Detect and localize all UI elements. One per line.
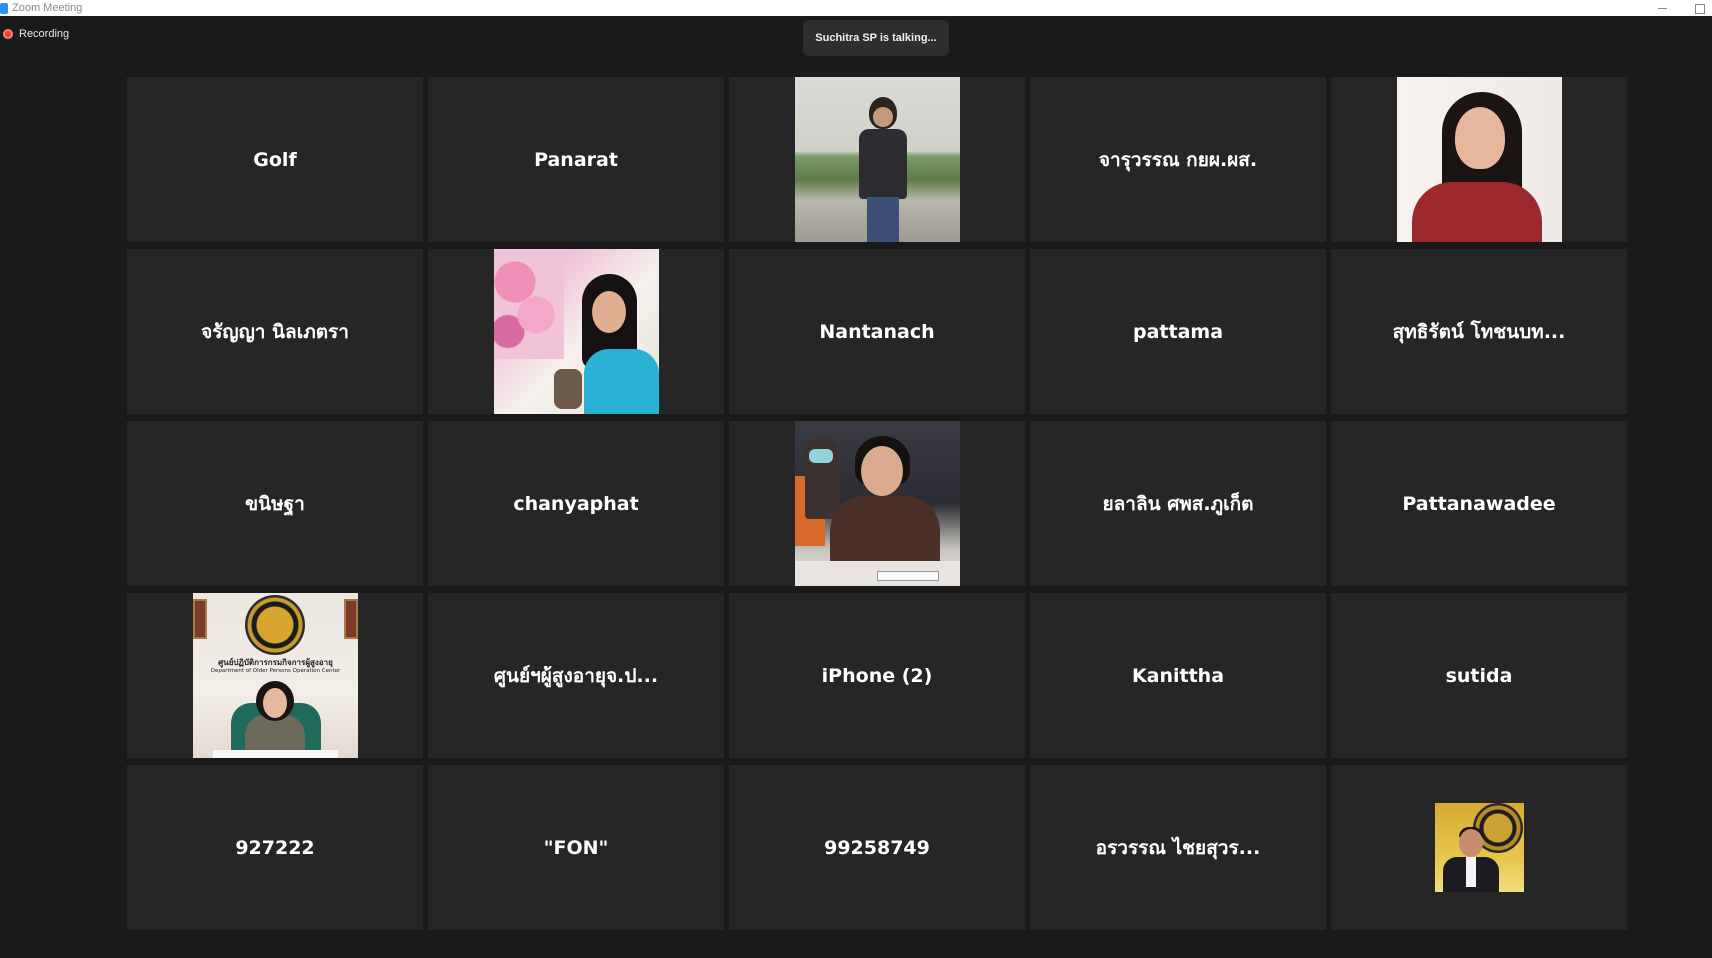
window-title: Zoom Meeting [12,2,83,14]
participant-photo [1396,77,1562,242]
participant-tile[interactable] [729,421,1025,586]
participant-photo [794,77,960,242]
recording-label: Recording [19,28,70,40]
participant-name: 927222 [235,836,315,859]
participant-tile[interactable]: ยลาลิน ศพส.ภูเก็ต [1030,421,1326,586]
participant-tile[interactable]: iPhone (2) [729,593,1025,758]
participant-tile[interactable]: Pattanawadee [1331,421,1627,586]
gallery-grid: Golf Panarat จารุวรรณ กยผ.ผส. จรัญญา นิล… [127,77,1627,930]
participant-name: iPhone (2) [821,664,933,687]
participant-name: Pattanawadee [1402,492,1556,515]
participant-name: Kanittha [1131,664,1225,687]
participant-tile[interactable]: จารุวรรณ กยผ.ผส. [1030,77,1326,242]
participant-tile[interactable]: Kanittha [1030,593,1326,758]
participant-name: จารุวรรณ กยผ.ผส. [1098,148,1258,171]
participant-name: ศูนย์ฯผู้สูงอายุจ.ป... [493,664,659,687]
participant-tile[interactable]: pattama [1030,249,1326,414]
participant-tile[interactable]: ขนิษฐา [127,421,423,586]
participant-name: Nantanach [819,320,935,343]
participant-tile[interactable]: อรวรรณ ไชยสุวร... [1030,765,1326,930]
participant-tile[interactable]: สุทธิรัตน์ โทชนบท... [1331,249,1627,414]
participant-name: chanyaphat [513,492,639,515]
participant-name: "FON" [543,836,609,859]
recording-indicator[interactable]: Recording [3,26,69,42]
participant-tile[interactable]: ศูนย์ฯผู้สูงอายุจ.ป... [428,593,724,758]
active-speaker-banner: Suchitra SP is talking... [803,20,949,56]
participant-name: จรัญญา นิลเภตรา [201,320,349,343]
participant-photo [794,421,960,586]
participant-tile[interactable]: ศูนย์ปฏิบัติการกรมกิจการผู้สูงอายุ Depar… [127,593,423,758]
participant-tile[interactable]: จรัญญา นิลเภตรา [127,249,423,414]
participant-name: pattama [1132,320,1224,343]
participant-photo [1434,803,1524,892]
participant-name: Panarat [534,148,618,171]
recording-dot-icon [3,29,13,39]
participant-tile[interactable] [1331,765,1627,930]
participant-tile[interactable]: 99258749 [729,765,1025,930]
participant-tile[interactable]: chanyaphat [428,421,724,586]
participant-tile[interactable]: Nantanach [729,249,1025,414]
participant-tile[interactable]: "FON" [428,765,724,930]
window-titlebar: Zoom Meeting [0,0,1712,16]
participant-tile[interactable] [1331,77,1627,242]
minimize-icon[interactable] [1656,2,1668,14]
participant-tile[interactable]: Golf [127,77,423,242]
participant-name: sutida [1445,664,1513,687]
window-controls [1656,0,1706,16]
participant-tile[interactable]: Panarat [428,77,724,242]
participant-tile[interactable]: sutida [1331,593,1627,758]
participant-name: สุทธิรัตน์ โทชนบท... [1392,320,1566,343]
participant-photo: ศูนย์ปฏิบัติการกรมกิจการผู้สูงอายุ Depar… [192,593,358,758]
maximize-icon[interactable] [1694,2,1706,14]
zoom-app-icon [0,2,8,14]
participant-name: Golf [253,148,297,171]
participant-name: ขนิษฐา [245,492,305,515]
participant-tile[interactable] [729,77,1025,242]
office-sign-subtitle: Department of Older Persons Operation Ce… [210,668,341,674]
participant-photo [493,249,659,414]
emblem-icon [244,595,305,655]
participant-name: อรวรรณ ไชยสุวร... [1095,836,1261,859]
participant-name: ยลาลิน ศพส.ภูเก็ต [1102,492,1254,515]
participant-name: 99258749 [824,836,930,859]
participant-tile[interactable] [428,249,724,414]
participant-tile[interactable]: 927222 [127,765,423,930]
